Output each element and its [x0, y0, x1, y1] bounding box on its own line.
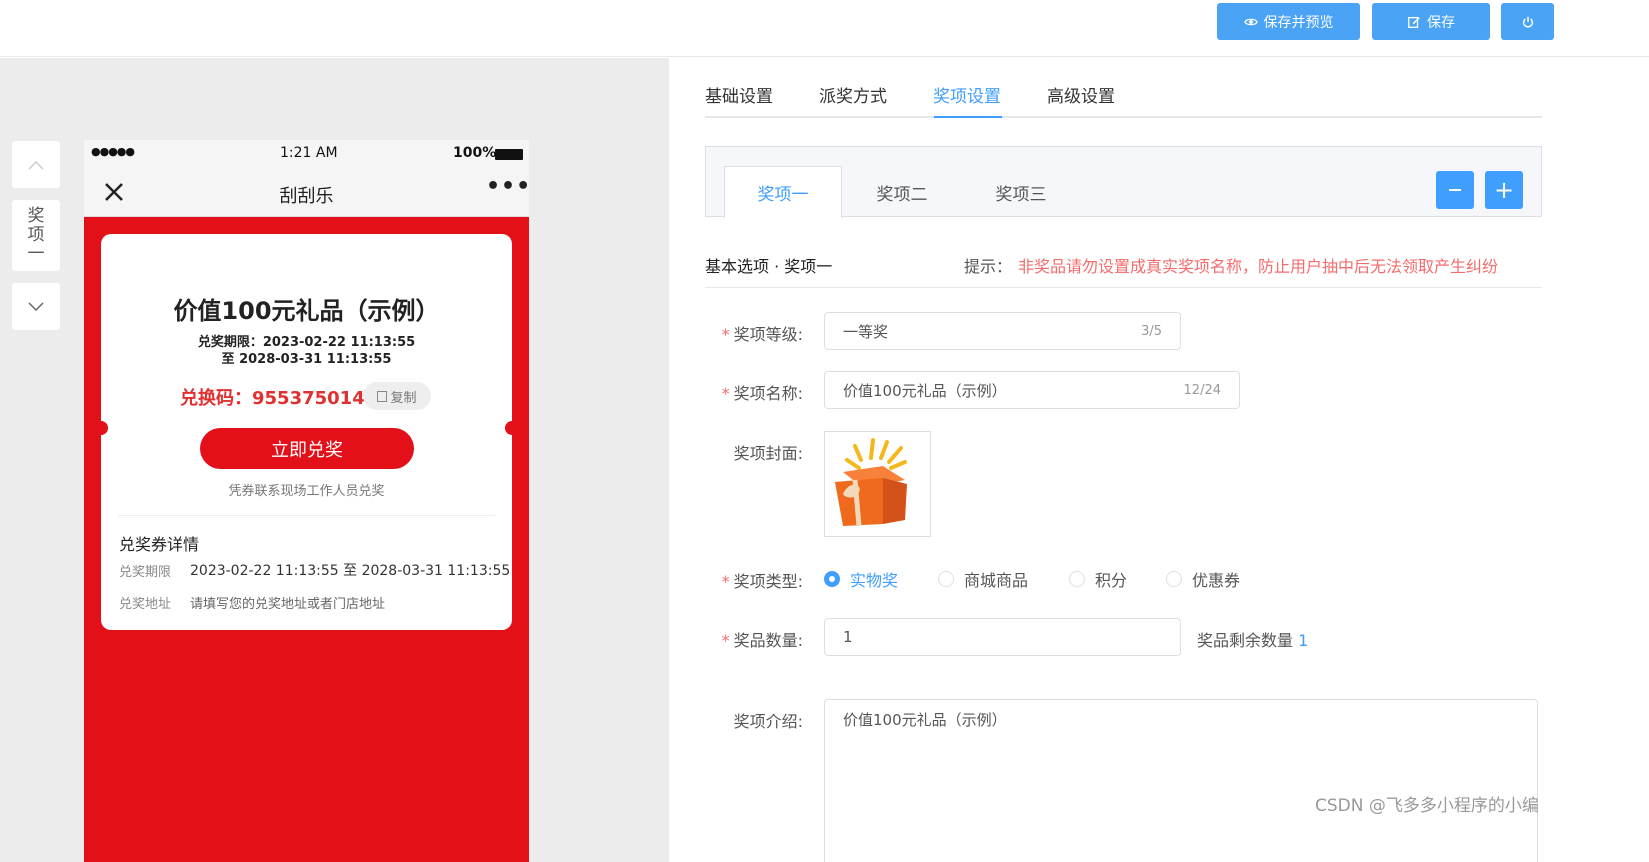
- cover-label: 奖项封面:: [733, 444, 803, 463]
- tip-text: 非奖品请勿设置成真实奖项名称，防止用户抽中后无法领取产生纠纷: [1018, 257, 1499, 276]
- quantity-value: 1: [843, 628, 853, 646]
- section-title: 基本选项 · 奖项一: [705, 257, 833, 276]
- next-prize-button[interactable]: [12, 283, 60, 330]
- current-prize-indicator: 奖 项 一: [12, 200, 60, 271]
- quantity-input[interactable]: 1: [824, 618, 1181, 656]
- signal-indicator: ●●●●●: [91, 145, 135, 158]
- quantity-label: 奖品数量:: [693, 627, 803, 651]
- type-label: 奖项类型:: [693, 568, 803, 592]
- copy-button[interactable]: 复制: [363, 382, 431, 410]
- battery-icon: [495, 149, 523, 160]
- more-icon[interactable]: •••: [486, 174, 531, 199]
- type-option-label: 积分: [1095, 571, 1128, 590]
- copy-icon: [377, 390, 388, 402]
- type-option-physical[interactable]: 实物奖: [824, 567, 898, 591]
- prize-tab-1[interactable]: 奖项一: [724, 166, 842, 218]
- type-option-mall-goods[interactable]: 商城商品: [938, 567, 1028, 591]
- top-toolbar: 保存并预览 保存: [0, 0, 1649, 57]
- tab-basic-settings[interactable]: 基础设置: [705, 82, 773, 107]
- phone-status-bar: ●●●●● 1:21 AM 100%: [84, 140, 529, 170]
- prize-tab-2[interactable]: 奖项二: [843, 166, 961, 218]
- battery-percent: 100%: [453, 145, 497, 161]
- period-value: 2023-02-22 11:13:55 至 2028-03-31 11:13:5…: [190, 563, 511, 579]
- active-tab-indicator: [934, 116, 1002, 118]
- name-value: 价值100元礼品（示例）: [843, 381, 1007, 400]
- type-option-label: 优惠券: [1192, 571, 1241, 590]
- plus-icon: +: [1493, 176, 1515, 204]
- type-option-coupon[interactable]: 优惠券: [1166, 567, 1240, 591]
- type-option-label: 实物奖: [850, 571, 899, 590]
- intro-label: 奖项介绍:: [733, 712, 803, 731]
- prev-prize-button[interactable]: [12, 141, 60, 188]
- card-notch-left: [94, 421, 108, 435]
- tip-label: 提示：: [964, 257, 1013, 276]
- intro-value: 价值100元礼品（示例）: [843, 711, 1007, 729]
- remaining-value: 1: [1298, 631, 1309, 650]
- save-label: 保存: [1427, 14, 1455, 31]
- name-input[interactable]: 价值100元礼品（示例） 12/24: [824, 371, 1240, 409]
- level-label: 奖项等级:: [693, 321, 803, 345]
- chevron-down-icon: [28, 301, 44, 311]
- side-label-char: 一: [27, 244, 45, 264]
- name-char-count: 12/24: [1183, 382, 1221, 398]
- card-notch-right: [505, 421, 519, 435]
- save-and-preview-label: 保存并预览: [1263, 14, 1334, 31]
- watermark: CSDN @飞多多小程序的小编: [1315, 796, 1539, 816]
- address-value: 请填写您的兑奖地址或者门店地址: [190, 597, 386, 612]
- phone-nav-title: 刮刮乐: [279, 186, 334, 207]
- type-option-points[interactable]: 积分: [1069, 567, 1127, 591]
- card-divider: [118, 515, 495, 516]
- save-and-preview-button[interactable]: 保存并预览: [1217, 3, 1360, 40]
- prize-card: 价值100元礼品（示例） 兑奖期限：2023-02-22 11:13:55 至 …: [101, 234, 512, 630]
- remove-prize-button[interactable]: [1436, 171, 1474, 209]
- level-value: 一等奖: [843, 322, 889, 341]
- type-option-label: 商城商品: [964, 571, 1029, 590]
- redeem-now-button[interactable]: 立即兑奖: [200, 428, 414, 469]
- remaining-quantity: 奖品剩余数量 1: [1197, 627, 1308, 651]
- gift-box-image: [835, 438, 907, 527]
- redeem-hint: 凭券联系现场工作人员兑奖: [228, 484, 385, 499]
- tab-advanced-settings[interactable]: 高级设置: [1047, 82, 1115, 107]
- side-label-char: 奖: [27, 206, 45, 226]
- prize-tab-3[interactable]: 奖项三: [962, 166, 1080, 218]
- level-char-count: 3/5: [1141, 323, 1162, 339]
- phone-nav-bar: 刮刮乐 •••: [84, 170, 531, 217]
- remaining-label: 奖品剩余数量: [1197, 631, 1294, 650]
- prize-tabs: 奖项一 奖项二 奖项三 +: [705, 146, 1542, 218]
- radio-icon: [938, 571, 954, 587]
- exit-button[interactable]: [1501, 3, 1554, 40]
- edit-icon: [1408, 16, 1420, 28]
- chevron-up-icon: [28, 160, 44, 170]
- add-prize-button[interactable]: +: [1485, 171, 1523, 209]
- save-button[interactable]: 保存: [1372, 3, 1490, 40]
- radio-selected-icon: [824, 571, 840, 587]
- period-line2: 至 2028-03-31 11:13:55: [221, 352, 392, 367]
- period-key: 兑奖期限: [119, 565, 172, 580]
- status-time: 1:21 AM: [280, 145, 338, 161]
- tab-award-method[interactable]: 派奖方式: [819, 82, 887, 107]
- prize-title: 价值100元礼品（示例）: [173, 297, 440, 325]
- radio-icon: [1069, 571, 1085, 587]
- power-icon: [1522, 16, 1533, 27]
- section-divider: [705, 287, 1542, 288]
- side-label-char: 项: [27, 225, 45, 245]
- name-label: 奖项名称:: [693, 380, 803, 404]
- phone-preview: ●●●●● 1:21 AM 100% 刮刮乐 ••• 价值100元礼品（示例） …: [84, 140, 531, 862]
- code-label: 兑换码：: [180, 388, 252, 409]
- code-value: 9553750148: [252, 388, 378, 409]
- tab-prize-settings[interactable]: 奖项设置: [933, 82, 1001, 107]
- address-key: 兑奖地址: [119, 597, 172, 612]
- redeem-code: 兑换码：9553750148: [180, 384, 377, 410]
- settings-tabs: 基础设置 派奖方式 奖项设置 高级设置: [705, 70, 1542, 118]
- radio-icon: [1166, 571, 1182, 587]
- minus-icon: [1449, 189, 1461, 191]
- cover-image-upload[interactable]: [824, 431, 931, 537]
- details-title: 兑奖券详情: [119, 535, 200, 554]
- eye-icon: [1243, 18, 1258, 25]
- level-input[interactable]: 一等奖 3/5: [824, 312, 1181, 350]
- intro-textarea[interactable]: 价值100元礼品（示例）: [824, 699, 1538, 862]
- copy-label: 复制: [390, 390, 417, 406]
